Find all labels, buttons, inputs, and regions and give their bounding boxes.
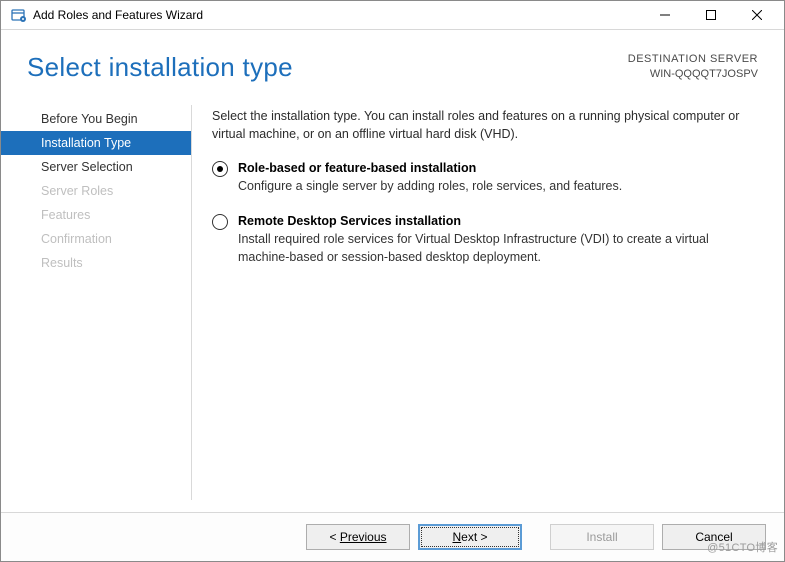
install-button: Install [550, 524, 654, 550]
header: Select installation type DESTINATION SER… [1, 30, 784, 93]
destination-server-block: DESTINATION SERVER WIN-QQQQT7JOSPV [628, 52, 758, 82]
close-button[interactable] [734, 1, 780, 29]
sidebar-item-confirmation: Confirmation [1, 227, 191, 251]
radio-selected-icon[interactable] [212, 161, 228, 177]
minimize-button[interactable] [642, 1, 688, 29]
radio-unselected-icon[interactable] [212, 214, 228, 230]
sidebar-item-before-you-begin[interactable]: Before You Begin [1, 107, 191, 131]
wizard-window: Add Roles and Features Wizard Select ins… [0, 0, 785, 562]
maximize-button[interactable] [688, 1, 734, 29]
main-panel: Select the installation type. You can in… [192, 93, 784, 512]
option-title: Remote Desktop Services installation [238, 212, 762, 230]
destination-value: WIN-QQQQT7JOSPV [628, 67, 758, 82]
sidebar-item-server-roles: Server Roles [1, 179, 191, 203]
page-title: Select installation type [27, 52, 293, 83]
sidebar-item-server-selection[interactable]: Server Selection [1, 155, 191, 179]
option-title: Role-based or feature-based installation [238, 159, 622, 177]
sidebar-item-results: Results [1, 251, 191, 275]
sidebar-item-installation-type[interactable]: Installation Type [1, 131, 191, 155]
wizard-icon [11, 7, 27, 23]
footer: < Previous Next > Install Cancel [1, 512, 784, 561]
option-role-based[interactable]: Role-based or feature-based installation… [212, 159, 762, 195]
option-desc: Install required role services for Virtu… [238, 230, 762, 266]
previous-button[interactable]: < Previous [306, 524, 410, 550]
sidebar-item-features: Features [1, 203, 191, 227]
option-desc: Configure a single server by adding role… [238, 177, 622, 195]
watermark: @51CTO博客 [707, 539, 778, 555]
titlebar: Add Roles and Features Wizard [1, 1, 784, 30]
destination-label: DESTINATION SERVER [628, 52, 758, 67]
window-title: Add Roles and Features Wizard [33, 8, 642, 22]
body: Before You Begin Installation Type Serve… [1, 93, 784, 512]
option-remote-desktop[interactable]: Remote Desktop Services installation Ins… [212, 212, 762, 266]
intro-text: Select the installation type. You can in… [212, 107, 762, 143]
sidebar: Before You Begin Installation Type Serve… [1, 93, 191, 512]
next-button[interactable]: Next > [418, 524, 522, 550]
